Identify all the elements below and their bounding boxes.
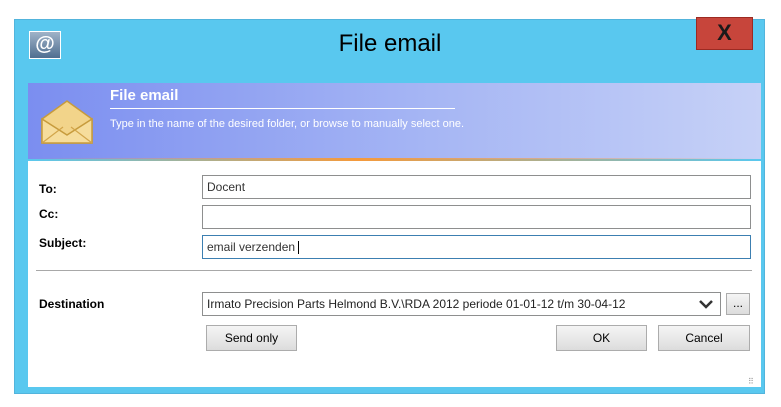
cc-label: Cc: xyxy=(39,207,59,221)
send-only-button[interactable]: Send only xyxy=(206,325,297,351)
close-button[interactable]: X xyxy=(696,17,753,50)
chevron-down-icon[interactable] xyxy=(697,295,715,313)
text-caret xyxy=(298,241,300,255)
destination-select[interactable]: Irmato Precision Parts Helmond B.V.\RDA … xyxy=(202,292,721,316)
to-field[interactable]: Docent xyxy=(202,175,751,199)
window-title: File email xyxy=(338,30,442,57)
form-divider xyxy=(36,270,752,271)
to-label: To: xyxy=(39,182,57,196)
cancel-button[interactable]: Cancel xyxy=(658,325,750,351)
banner-accent-line xyxy=(28,158,761,161)
subject-value: email verzenden xyxy=(207,240,296,254)
subject-field[interactable]: email verzenden xyxy=(202,235,751,259)
cc-field[interactable] xyxy=(202,205,751,229)
banner-title: File email xyxy=(110,87,179,104)
destination-value: Irmato Precision Parts Helmond B.V.\RDA … xyxy=(207,297,626,311)
browse-button[interactable]: ... xyxy=(726,293,750,315)
banner-title-underline xyxy=(110,108,455,109)
envelope-icon xyxy=(41,100,93,144)
banner-subtitle: Type in the name of the desired folder, … xyxy=(110,118,465,130)
close-icon: X xyxy=(717,20,732,45)
resize-grip-icon[interactable]: ⠿ xyxy=(748,377,754,386)
destination-label: Destination xyxy=(39,297,105,311)
ok-button[interactable]: OK xyxy=(556,325,647,351)
subject-label: Subject: xyxy=(39,236,87,250)
at-sign-icon: @ xyxy=(29,31,61,59)
